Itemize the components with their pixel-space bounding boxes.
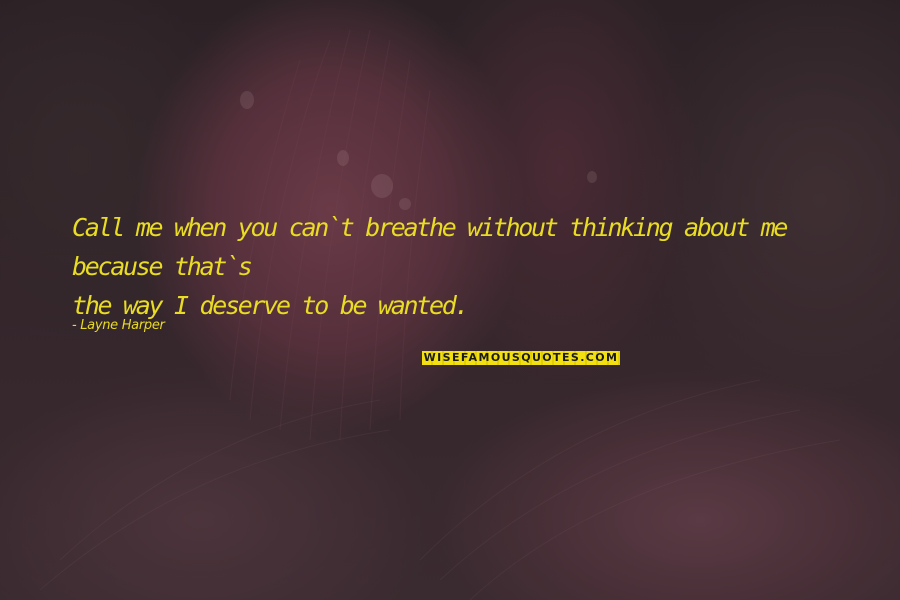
quote-text: Call me when you can`t breathe without t… [72,208,862,325]
quote-line-1: Call me when you can`t breathe without t… [72,213,788,281]
author-name: Layne Harper [80,318,165,333]
quote-author: - Layne Harper [72,318,165,333]
quote-line-2: the way I deserve to be wanted. [72,291,470,320]
quote-card: Call me when you can`t breathe without t… [0,0,900,600]
site-logo-watermark[interactable]: WISEFAMOUSQUOTES.COM [422,351,620,365]
